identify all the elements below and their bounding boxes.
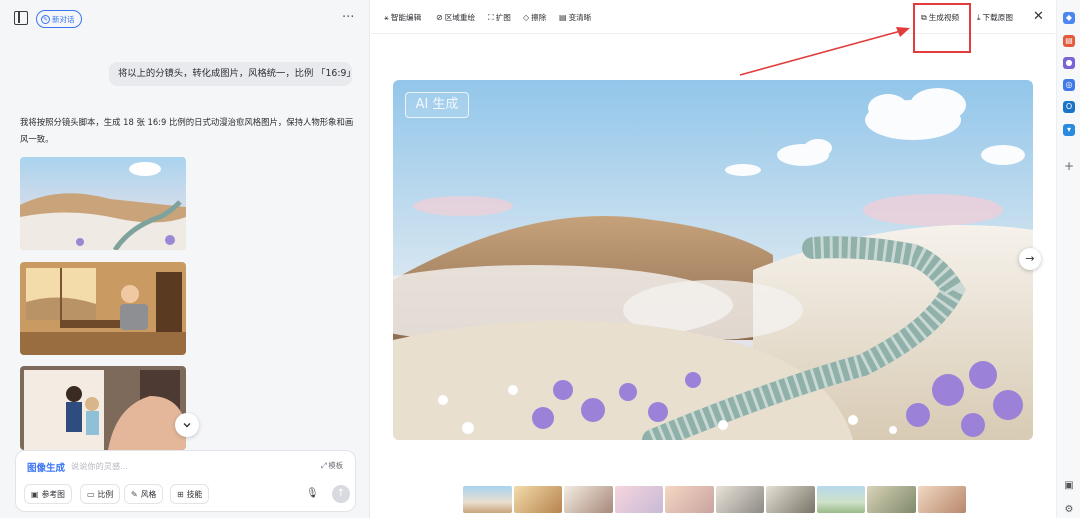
tool-label: 变清晰	[568, 13, 592, 22]
outlook-icon[interactable]: O	[1063, 101, 1075, 113]
scroll-down-button[interactable]	[175, 413, 199, 437]
enhance-clarity-button[interactable]: ▤ 变清晰	[559, 12, 591, 23]
image-preview-panel: ⚹ 智能编辑 ⊘ 区域重绘 ⛶ 扩图 ◇ 擦除 ▤ 变清晰 ⧉ 生成视频 ⤓ 下…	[371, 0, 1055, 518]
thumbnail-frame[interactable]	[867, 486, 916, 513]
ai-generated-badge: AI 生成	[405, 92, 469, 118]
room-scene-illustration	[20, 262, 186, 355]
misty-hill-stairway-illustration	[393, 80, 1033, 440]
thumbnail-strip	[463, 486, 966, 513]
ratio-icon: ▭	[87, 489, 95, 499]
microphone-icon[interactable]: 🎙	[306, 488, 319, 499]
people-icon[interactable]: ●	[1063, 57, 1075, 69]
style-button[interactable]: ✎ 风格	[124, 484, 164, 504]
thumbnail-frame[interactable]	[917, 486, 966, 513]
reference-image-button[interactable]: ▣ 参考图	[24, 484, 72, 504]
tool-label: 下载原图	[982, 13, 1013, 22]
tool-label: 智能编辑	[390, 13, 422, 22]
chat-panel: ✎ 新对话 ··· 将以上的分镜头，转化成图片，风格统一，比例 「16:9」 我…	[0, 0, 370, 518]
expand-icon: ⤢	[320, 461, 327, 470]
mode-label[interactable]: 图像生成	[27, 460, 65, 474]
chat-header: ✎ 新对话 ···	[0, 0, 370, 38]
expand-image-button[interactable]: ⛶ 扩图	[488, 12, 511, 23]
thumbnail-frame[interactable]	[665, 486, 714, 513]
eraser-icon: ◇	[523, 13, 530, 22]
sidebar-toggle-icon[interactable]	[14, 11, 28, 25]
hill-path-illustration	[20, 157, 186, 250]
photo-illustration	[20, 366, 186, 450]
add-icon[interactable]: +	[1063, 160, 1075, 172]
send-button[interactable]: ↑	[332, 485, 350, 503]
chip-label: 风格	[140, 489, 157, 499]
thumbnail-frame[interactable]	[463, 486, 512, 513]
tool-label: 扩图	[495, 13, 511, 22]
skills-button[interactable]: ⊞ 技能	[170, 484, 210, 504]
template-button[interactable]: ⤢ 模板	[321, 461, 343, 471]
erase-button[interactable]: ◇ 擦除	[523, 12, 546, 23]
chip-label: 参考图	[41, 489, 65, 499]
image-icon: ▣	[31, 489, 39, 499]
chip-label: 比例	[97, 489, 114, 499]
magic-wand-icon: ⚹	[384, 12, 389, 22]
tool-label: 擦除	[531, 13, 547, 22]
thumbnail-frame[interactable]	[513, 486, 562, 513]
template-label: 模板	[328, 461, 343, 470]
thumbnail-frame[interactable]	[715, 486, 764, 513]
next-image-arrow-icon[interactable]: →	[1019, 248, 1041, 270]
annotation-highlight-box	[913, 3, 971, 53]
ratio-button[interactable]: ▭ 比例	[80, 484, 121, 504]
app-rail: ◆ ▤ ● ◎ O ▾ + ▣ ⚙	[1056, 0, 1080, 518]
skills-icon: ⊞	[177, 489, 184, 499]
generated-image-thumbnail[interactable]	[20, 262, 186, 355]
extension-icon[interactable]: ◎	[1063, 79, 1075, 91]
thumbnail-frame[interactable]	[766, 486, 815, 513]
download-original-button[interactable]: ⤓ 下载原图	[977, 12, 1013, 23]
tool-label: 区域重绘	[444, 13, 476, 22]
chevron-down-icon	[183, 423, 191, 428]
toolbox-icon[interactable]: ▤	[1063, 35, 1075, 47]
region-repaint-button[interactable]: ⊘ 区域重绘	[436, 12, 475, 23]
expand-icon: ⛶	[488, 12, 494, 22]
thumbnail-frame[interactable]	[816, 486, 865, 513]
main-generated-image[interactable]: AI 生成	[393, 80, 1033, 440]
generated-image-thumbnail[interactable]	[20, 157, 186, 250]
thumbnail-frame[interactable]	[564, 486, 613, 513]
smart-edit-button[interactable]: ⚹ 智能编辑	[384, 12, 421, 23]
shopping-icon[interactable]: ▾	[1063, 124, 1075, 136]
more-icon[interactable]: ···	[342, 10, 354, 25]
screenshot-icon[interactable]: ▣	[1063, 480, 1075, 492]
thumbnail-frame[interactable]	[614, 486, 663, 513]
repaint-icon: ⊘	[436, 13, 443, 22]
new-chat-button[interactable]: ✎ 新对话	[36, 10, 82, 28]
chip-label: 技能	[186, 489, 203, 499]
download-icon: ⤓	[977, 12, 981, 22]
generated-image-thumbnail[interactable]	[20, 366, 186, 450]
edit-icon: ✎	[41, 14, 50, 24]
new-chat-label: 新对话	[52, 14, 75, 24]
prompt-composer: 图像生成 ⤢ 模板 ▣ 参考图 ▭ 比例 ✎ 风格 ⊞ 技能 🎙 ↑	[15, 450, 356, 512]
ai-response-text: 我将按照分镜头脚本，生成 18 张 16:9 比例的日式动漫治愈风格图片，保持人…	[20, 117, 354, 144]
hd-icon: ▤	[559, 13, 567, 22]
user-message: 将以上的分镜头，转化成图片，风格统一，比例 「16:9」	[109, 62, 356, 86]
tag-icon[interactable]: ◆	[1063, 12, 1075, 24]
brush-icon: ✎	[131, 489, 138, 499]
settings-icon[interactable]: ⚙	[1063, 504, 1075, 516]
prompt-input[interactable]	[71, 459, 271, 473]
close-icon[interactable]: ✕	[1033, 9, 1044, 24]
